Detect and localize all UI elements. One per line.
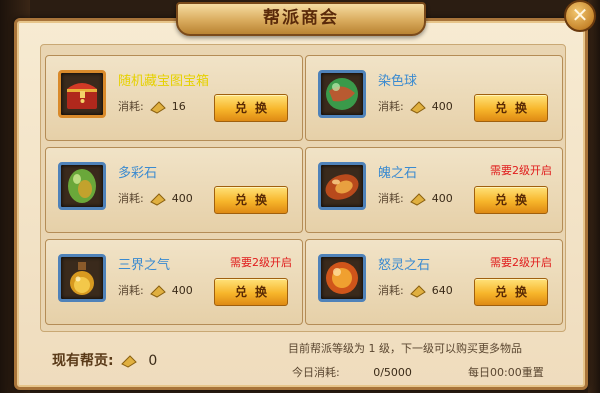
cost-value: 16 xyxy=(171,100,186,113)
contribution-label: 现有帮贡: xyxy=(52,353,114,369)
shop-item-card: 多彩石 消耗: 400 兑换 xyxy=(45,147,303,233)
contribution-ticket-icon xyxy=(410,193,427,206)
contribution-ticket-icon xyxy=(150,101,167,114)
item-cost: 消耗: 400 xyxy=(118,190,193,206)
item-grid: 随机藏宝图宝箱 消耗: 16 兑换 染色球 消耗: 400 兑换 多彩石 消耗:… xyxy=(40,44,566,332)
rage-stone-icon xyxy=(326,262,358,294)
background-scene-right xyxy=(588,0,600,393)
item-icon-frame xyxy=(318,70,366,118)
exchange-button[interactable]: 兑换 xyxy=(214,94,288,122)
item-name: 多彩石 xyxy=(118,166,158,181)
reset-time: 每日00:00重置 xyxy=(468,366,544,379)
item-name: 怒灵之石 xyxy=(378,258,431,273)
guild-level-info: 目前帮派等级为 1 级，下一级可以购买更多物品 xyxy=(288,342,522,355)
cost-value: 400 xyxy=(431,192,453,205)
close-button[interactable]: ✕ xyxy=(564,0,596,32)
treasure-chest-icon xyxy=(67,83,97,109)
title-plate: 帮派商会 xyxy=(176,2,426,36)
daily-consumption-label: 今日消耗: xyxy=(292,366,340,379)
exchange-button[interactable]: 兑换 xyxy=(214,278,288,306)
daily-consumption-value: 0/5000 xyxy=(373,366,412,379)
item-name: 染色球 xyxy=(378,74,418,89)
daily-consumption: 今日消耗: 0/5000 xyxy=(292,364,412,380)
contribution-ticket-icon xyxy=(410,285,427,298)
item-icon-frame xyxy=(58,70,106,118)
item-cost: 消耗: 16 xyxy=(118,98,186,114)
item-icon-frame xyxy=(318,254,366,302)
item-cost: 消耗: 640 xyxy=(378,282,453,298)
item-icon-frame xyxy=(318,162,366,210)
contribution-ticket-icon xyxy=(150,285,167,298)
item-cost: 消耗: 400 xyxy=(378,190,453,206)
potion-bottle-icon xyxy=(70,262,94,295)
cost-label: 消耗: xyxy=(378,192,404,205)
contribution-ticket-icon xyxy=(121,355,138,368)
item-requirement: 需要2级开启 xyxy=(490,164,552,177)
shop-item-card: 三界之气 需要2级开启 消耗: 400 兑换 xyxy=(45,239,303,325)
window-title: 帮派商会 xyxy=(263,8,339,28)
shop-item-card: 怒灵之石 需要2级开启 消耗: 640 兑换 xyxy=(305,239,563,325)
cost-label: 消耗: xyxy=(378,100,404,113)
shop-item-card: 染色球 消耗: 400 兑换 xyxy=(305,55,563,141)
item-name: 魄之石 xyxy=(378,166,418,181)
exchange-button[interactable]: 兑换 xyxy=(474,186,548,214)
cost-label: 消耗: xyxy=(378,284,404,297)
item-icon-frame xyxy=(58,254,106,302)
exchange-button[interactable]: 兑换 xyxy=(214,186,288,214)
cost-label: 消耗: xyxy=(118,192,144,205)
colorful-stone-icon xyxy=(68,169,96,203)
cost-value: 400 xyxy=(171,284,193,297)
contribution-ticket-icon xyxy=(150,193,167,206)
exchange-button[interactable]: 兑换 xyxy=(474,278,548,306)
exchange-button[interactable]: 兑换 xyxy=(474,94,548,122)
close-icon: ✕ xyxy=(571,3,589,27)
cost-value: 400 xyxy=(431,100,453,113)
item-icon-frame xyxy=(58,162,106,210)
item-requirement: 需要2级开启 xyxy=(490,256,552,269)
cost-value: 640 xyxy=(431,284,453,297)
cost-label: 消耗: xyxy=(118,284,144,297)
item-cost: 消耗: 400 xyxy=(378,98,453,114)
shop-item-card: 随机藏宝图宝箱 消耗: 16 兑换 xyxy=(45,55,303,141)
shop-item-card: 魄之石 需要2级开启 消耗: 400 兑换 xyxy=(305,147,563,233)
contribution-ticket-icon xyxy=(410,101,427,114)
contribution-display: 现有帮贡: 0 xyxy=(52,350,157,370)
item-name: 三界之气 xyxy=(118,258,171,273)
soul-stone-icon xyxy=(325,174,359,200)
cost-value: 400 xyxy=(171,192,193,205)
item-cost: 消耗: 400 xyxy=(118,282,193,298)
cost-label: 消耗: xyxy=(118,100,144,113)
item-requirement: 需要2级开启 xyxy=(230,256,292,269)
contribution-value: 0 xyxy=(148,353,158,369)
dye-orb-icon xyxy=(326,78,358,110)
item-name: 随机藏宝图宝箱 xyxy=(118,74,210,89)
